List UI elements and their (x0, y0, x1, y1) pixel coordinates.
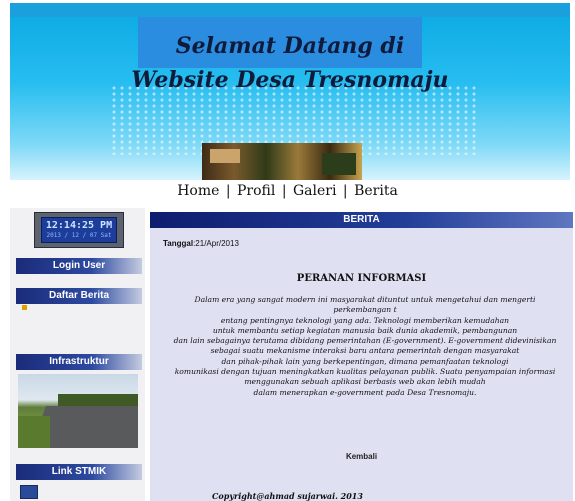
nav-berita[interactable]: Berita (354, 183, 398, 199)
welcome-title-line1: Selamat Datang di (175, 33, 405, 59)
copyright-footer: Copyright@ahmad sujarwai. 2013 (212, 491, 363, 501)
link-stmik-header: Link STMIK (16, 464, 142, 480)
main-nav: Home | Profil | Galeri | Berita (0, 183, 575, 199)
back-link[interactable]: Kembali (346, 452, 377, 461)
header-banner: Selamat Datang di Website Desa Tresnomaj… (10, 3, 570, 180)
clock-time: 12:14:25 PM (45, 220, 113, 231)
news-date: Tanggal:21/Apr/2013 (163, 239, 239, 248)
news-panel: BERITA Tanggal:21/Apr/2013 PERANAN INFOR… (150, 212, 573, 501)
digital-clock: 12:14:25 PM 2013 / 12 / 07 Sat (34, 212, 124, 248)
nav-profil[interactable]: Profil (237, 183, 275, 199)
article-line: dan pihak-pihak lain yang berkepentingan… (221, 356, 509, 366)
left-sidebar: 12:14:25 PM 2013 / 12 / 07 Sat Login Use… (10, 208, 145, 501)
bullet-icon (22, 304, 27, 310)
article-title: PERANAN INFORMASI (296, 273, 427, 284)
clock-date: 2013 / 12 / 07 Sat (46, 232, 112, 239)
berita-header: BERITA (150, 212, 573, 228)
article-line: Dalam era yang sangat modern ini masyara… (194, 295, 536, 315)
back-link-wrap: Kembali (150, 452, 573, 461)
article-line: dalam menerapkan e-government pada Desa … (253, 387, 477, 397)
clock-screen: 12:14:25 PM 2013 / 12 / 07 Sat (41, 217, 117, 243)
article-line: komunikasi dengan tujuan meningkatkan ku… (174, 367, 556, 377)
date-value: :21/Apr/2013 (193, 239, 239, 248)
article-body: Dalam era yang sangat modern ini masyara… (170, 295, 560, 398)
article-line: untuk membantu setiap kegiatan manusia b… (212, 325, 518, 335)
login-user-button[interactable]: Login User (16, 258, 142, 274)
infrastructure-road-photo (18, 374, 138, 448)
article-line: dan lain sebagainya terutama dibidang pe… (173, 336, 557, 346)
harvest-image (322, 153, 356, 175)
banner-top-strip (10, 3, 570, 17)
infrastruktur-header: Infrastruktur (16, 354, 142, 370)
nav-separator: | (342, 183, 348, 199)
welcome-title-line2: Website Desa Tresnomaju (131, 67, 449, 93)
nav-galeri[interactable]: Galeri (293, 183, 336, 199)
grass (18, 416, 50, 448)
article-line: menggunakan sebuah aplikasi berbasis web… (244, 377, 486, 387)
nav-home[interactable]: Home (177, 183, 219, 199)
article-line: sebagai suatu mekanisme interaksi baru a… (210, 346, 520, 356)
house-roof (210, 149, 240, 163)
village-photo-strip (202, 143, 362, 180)
news-ticker[interactable] (22, 304, 142, 314)
daftar-berita-header: Daftar Berita (16, 288, 142, 304)
date-label: Tanggal (163, 239, 194, 248)
nav-separator: | (281, 183, 287, 199)
nav-separator: | (225, 183, 231, 199)
article-line: entang pentingnya teknologi yang ada. Te… (220, 315, 510, 325)
